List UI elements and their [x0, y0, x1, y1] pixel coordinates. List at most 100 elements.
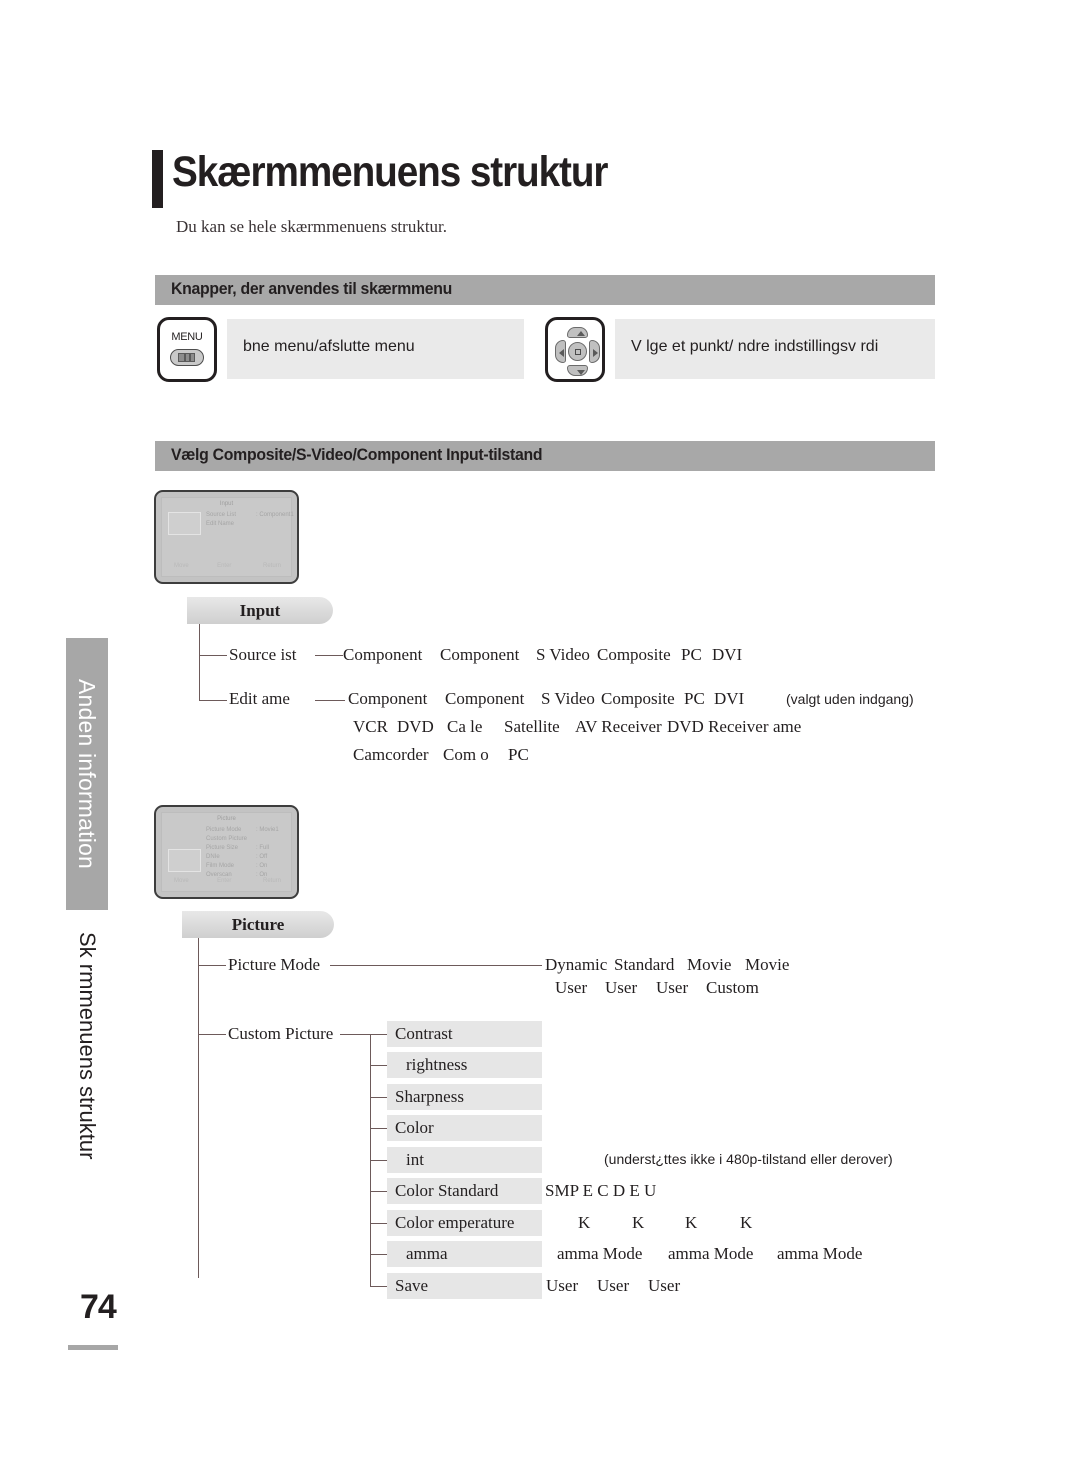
value-vcr: VCR: [353, 717, 388, 736]
title-accent-bar: [152, 150, 163, 208]
sub-item-label: Color Standard: [395, 1181, 499, 1200]
tree-line: [370, 1191, 387, 1192]
osd-input-row: Source List : Component1: [206, 512, 294, 521]
menu-button-bars-icon: [178, 352, 195, 362]
sidebar-section-tab: Anden information: [66, 638, 108, 910]
tree-line: [315, 655, 343, 656]
osd-input-row: Edit Name: [206, 521, 287, 530]
osd-footer-enter: Enter: [217, 878, 232, 884]
osd-row-value: : Off: [256, 854, 268, 860]
osd-picture-thumbnail: [168, 849, 201, 872]
value-pc: PC: [681, 645, 702, 664]
value-component-2: Component: [440, 645, 520, 664]
tree-line: [340, 1034, 370, 1035]
tree-node-picture: Picture: [182, 911, 334, 938]
tree-label-custom-picture: Custom Picture: [228, 1024, 334, 1043]
page-number: 74: [80, 1288, 117, 1326]
value-component-1: Component: [343, 645, 423, 664]
dpad-button-description: V lge et punkt/ ndre indstillingsv rdi: [631, 338, 879, 355]
osd-picture-row: Film Mode : On: [206, 863, 287, 872]
tree-node-picture-label: Picture: [231, 915, 285, 934]
tree-line: [370, 1160, 387, 1161]
sub-item-sharpness: Sharpness: [387, 1084, 542, 1110]
value-game: ame: [773, 717, 802, 736]
tree-line: [370, 1286, 387, 1287]
sub-item-color-standard: Color Standard: [387, 1178, 542, 1204]
sub-item-label: Color emperature: [395, 1213, 515, 1232]
tree-line: [370, 1097, 387, 1098]
sub-item-label: Contrast: [395, 1024, 453, 1043]
value-movie-2: Movie: [745, 955, 790, 974]
value-dvi: DVI: [714, 689, 745, 708]
section-header-buttons: Knapper, der anvendes til skærmmenu: [155, 275, 935, 305]
osd-picture-row: DNIe : Off: [206, 854, 287, 863]
menu-button-pill: [170, 349, 204, 366]
osd-row-key: Film Mode: [206, 863, 235, 869]
arrow-down-icon: [567, 365, 588, 376]
page-subtitle: Du kan se hele skærmmenuens struktur.: [176, 217, 448, 236]
osd-footer-return: Return: [262, 878, 281, 884]
value-color-temp-3: K: [685, 1213, 698, 1232]
tree-line: [199, 655, 227, 656]
value-composite: Composite: [597, 645, 671, 664]
osd-screenshot-picture: Picture Picture Mode : Movie1 Custom Pic…: [154, 805, 299, 899]
osd-picture-footer: Move Enter Return: [170, 878, 283, 887]
tree-line: [315, 700, 345, 701]
value-movie-1: Movie: [687, 955, 732, 974]
value-camcorder: Camcorder: [353, 745, 429, 764]
page-title: Skærmmenuens struktur: [172, 148, 608, 196]
arrow-up-icon: [567, 327, 588, 338]
osd-footer-move: Move: [174, 563, 189, 569]
sub-item-label: Color: [395, 1118, 434, 1137]
tree-line: [370, 1128, 387, 1129]
osd-footer-move: Move: [174, 878, 189, 884]
menu-button-description-box: bne menu/afslutte menu: [227, 319, 524, 379]
section-header-input-label: Vælg Composite/S-Video/Component Input-t…: [171, 445, 543, 464]
tree-line: [198, 965, 226, 966]
value-save-user-2: User: [597, 1276, 630, 1295]
sub-item-label: int: [406, 1150, 424, 1169]
dpad-button-icon: [545, 317, 605, 382]
value-gamma-mode-3: amma Mode: [777, 1244, 863, 1263]
menu-button-icon-label: MENU: [171, 331, 203, 343]
value-s-video: S Video: [541, 689, 595, 708]
osd-row-value: : Component1: [256, 512, 294, 518]
menu-button-description: bne menu/afslutte menu: [243, 338, 415, 355]
value-color-temp-4: K: [740, 1213, 753, 1232]
tree-line: [199, 700, 227, 701]
tree-line: [370, 1065, 387, 1066]
sub-item-color-temperature: Color emperature: [387, 1210, 542, 1236]
value-gamma-mode-1: amma Mode: [557, 1244, 643, 1263]
tree-line: [198, 938, 199, 1278]
value-custom: Custom: [706, 978, 759, 997]
sidebar-tab-label: Anden information: [74, 678, 100, 870]
osd-row-key: Picture Size: [206, 845, 239, 851]
sub-item-label: Save: [395, 1276, 429, 1295]
tree-node-input: Input: [187, 597, 333, 624]
page-number-rule: [68, 1345, 118, 1350]
sidebar-section-label: Sk rmmenuens struktur: [75, 932, 100, 1160]
sub-item-label: Sharpness: [395, 1087, 464, 1106]
sub-item-brightness: rightness: [387, 1052, 542, 1078]
osd-picture-row: Custom Picture: [206, 836, 287, 845]
value-av-receiver: AV Receiver: [575, 717, 662, 736]
tree-line: [370, 1034, 387, 1035]
osd-row-key: Source List: [206, 512, 237, 518]
value-color-temp-2: K: [632, 1213, 645, 1232]
tree-line: [199, 624, 200, 700]
value-component-1: Component: [348, 689, 428, 708]
value-dvd: DVD: [397, 717, 434, 736]
sub-item-gamma: amma: [387, 1241, 542, 1267]
sub-item-color: Color: [387, 1115, 542, 1141]
sub-item-label: rightness: [406, 1055, 468, 1074]
value-user-2: User: [605, 978, 638, 997]
osd-picture-row: Picture Mode : Movie1: [206, 827, 287, 836]
value-color-standard: SMP E C D E U: [545, 1181, 657, 1200]
osd-row-key: Edit Name: [206, 521, 235, 527]
tree-line: [370, 1254, 387, 1255]
sub-item-tint: int: [387, 1147, 542, 1173]
arrow-right-icon: [589, 340, 600, 363]
value-save-user-3: User: [648, 1276, 681, 1295]
sidebar-section-title: Sk rmmenuens struktur: [66, 928, 108, 1228]
tree-label-edit-name: Edit ame: [229, 689, 290, 708]
